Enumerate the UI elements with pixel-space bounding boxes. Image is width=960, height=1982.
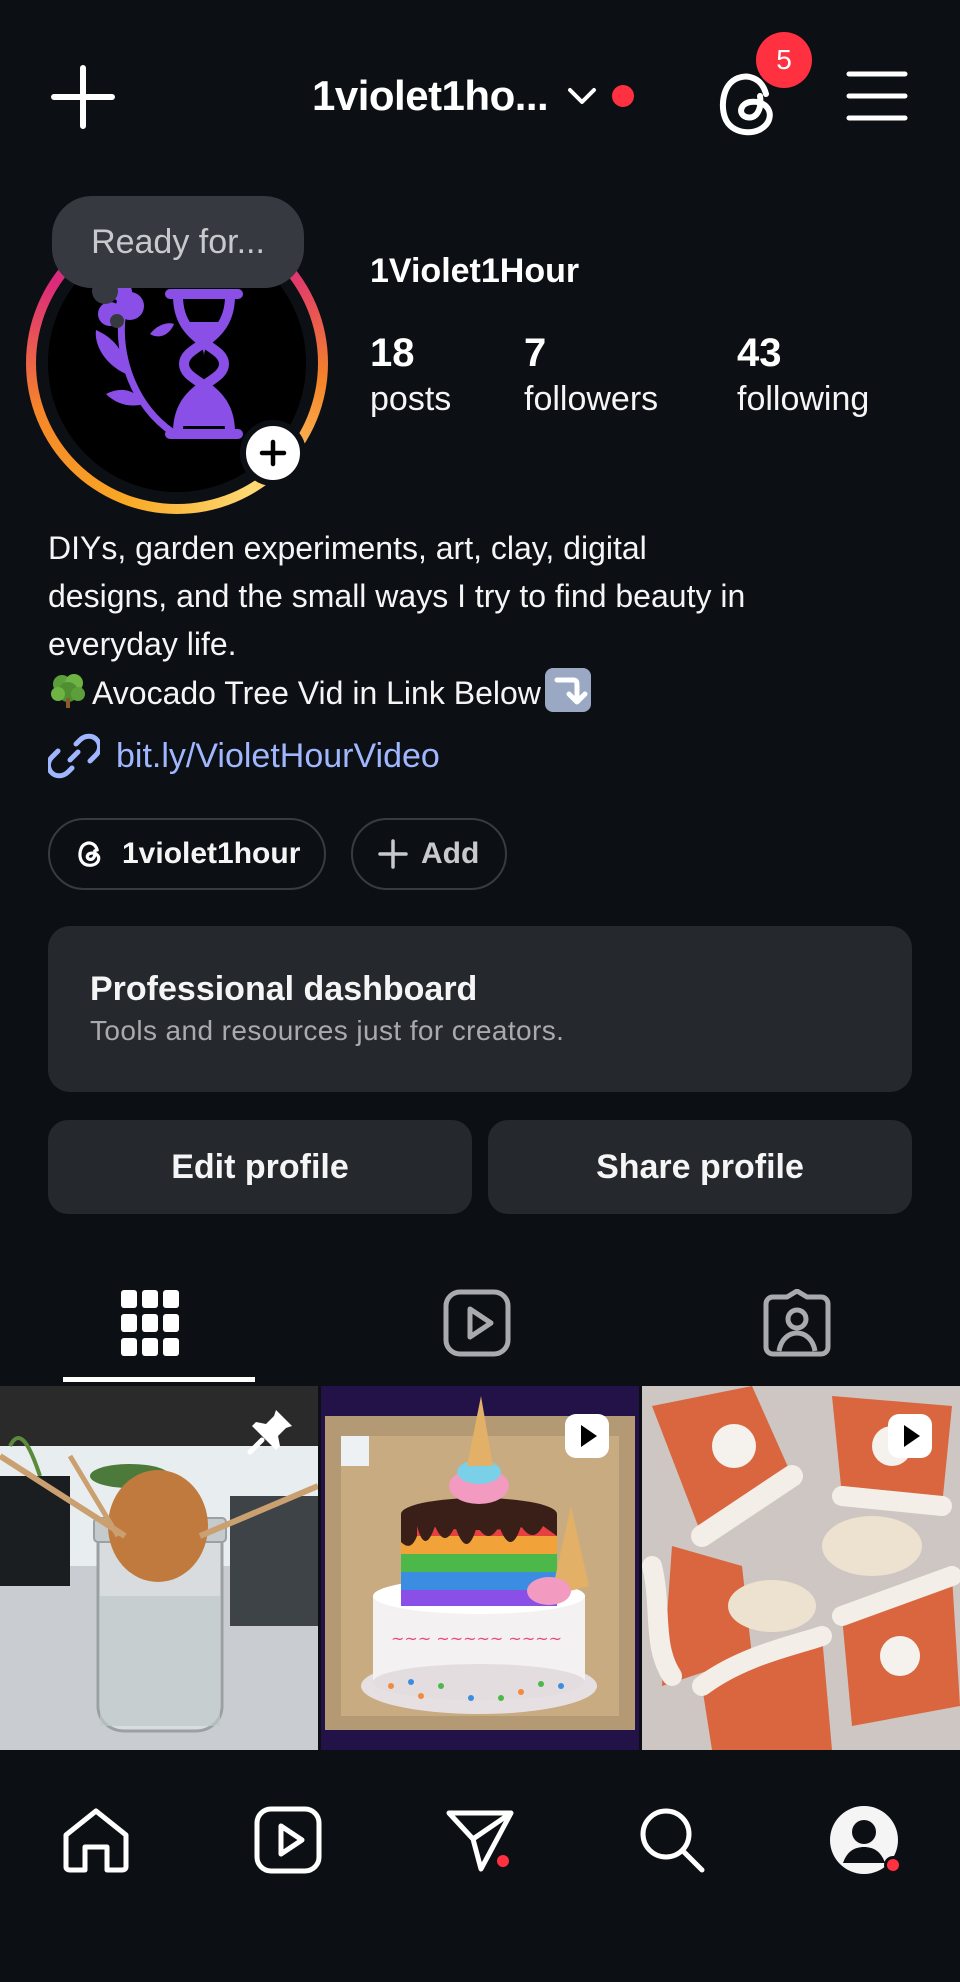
reel-badge-icon (888, 1414, 932, 1458)
bio-link[interactable]: bit.ly/VioletHourVideo (48, 728, 440, 784)
arrow-down-right-emoji-icon (544, 668, 591, 712)
grid-post[interactable]: ~~~ ~~~~~ ~~~~ (321, 1386, 639, 1750)
share-profile-button[interactable]: Share profile (488, 1120, 912, 1214)
plus-icon (378, 839, 408, 869)
dashboard-subtitle: Tools and resources just for creators. (90, 1015, 565, 1046)
stat-followers[interactable]: 7 followers (524, 330, 658, 422)
search-icon (640, 1808, 705, 1873)
account-switcher[interactable]: 1violet1ho... (312, 68, 635, 124)
grid-icon (121, 1290, 179, 1356)
notification-badge: 5 (756, 32, 812, 88)
top-bar: 1violet1ho... 5 (0, 32, 960, 150)
nav-direct-messages[interactable] (430, 1790, 530, 1890)
stat-value: 18 (370, 331, 415, 375)
threads-icon (78, 841, 101, 867)
note-bubble-tail-small (110, 314, 124, 328)
stat-label: following (737, 380, 870, 418)
stat-label: followers (524, 380, 659, 418)
tab-reels[interactable] (377, 1260, 577, 1386)
dashboard-title: Professional dashboard (90, 970, 478, 1008)
add-story-button[interactable] (240, 420, 306, 486)
add-label: Add (421, 837, 480, 870)
edit-profile-button[interactable]: Edit profile (48, 1120, 472, 1214)
grid-post[interactable] (0, 1386, 318, 1750)
display-name: 1Violet1Hour (370, 252, 580, 290)
reel-badge-icon (565, 1414, 609, 1458)
tree-emoji-icon (51, 674, 85, 708)
bio-line: DIYs, garden experiments, art, clay, dig… (48, 530, 647, 566)
profile-bio: DIYs, garden experiments, art, clay, dig… (48, 524, 918, 717)
add-link-pill[interactable]: Add (351, 818, 507, 890)
create-plus-icon[interactable] (50, 64, 116, 130)
bio-line: everyday life. (48, 626, 237, 662)
tagged-icon (763, 1289, 831, 1357)
menu-icon[interactable] (846, 68, 908, 124)
reels-icon (443, 1289, 511, 1357)
reels-icon (254, 1806, 322, 1874)
posts-grid: ~~~ ~~~~~ ~~~~ (0, 1386, 960, 1750)
unread-dot (612, 85, 635, 107)
note-bubble[interactable]: Ready for... (52, 196, 304, 288)
home-icon (63, 1808, 129, 1873)
bio-line: designs, and the small ways I try to fin… (48, 578, 746, 614)
pin-icon (247, 1410, 292, 1455)
bio-line-link-note: Avocado Tree Vid in Link Below (48, 668, 918, 717)
nav-search[interactable] (622, 1790, 722, 1890)
stat-value: 7 (524, 331, 547, 375)
bio-link-text: Avocado Tree Vid in Link Below (92, 675, 541, 711)
stat-value: 43 (737, 331, 782, 375)
nav-profile[interactable] (814, 1790, 914, 1890)
professional-dashboard[interactable]: Professional dashboard Tools and resourc… (48, 926, 912, 1092)
link-icon (48, 733, 100, 779)
stat-label: posts (370, 380, 452, 418)
chevron-down-icon (568, 88, 597, 104)
stat-posts[interactable]: 18 posts (370, 330, 451, 422)
tab-posts-grid[interactable] (50, 1260, 255, 1386)
bio-link-url: bit.ly/VioletHourVideo (116, 736, 440, 775)
stat-following[interactable]: 43 following (737, 330, 869, 422)
profile-unread-dot (884, 1856, 902, 1874)
header-username: 1violet1ho... (312, 72, 549, 119)
threads-profile-pill[interactable]: 1violet1hour (48, 818, 326, 890)
nav-home[interactable] (46, 1790, 146, 1890)
dm-unread-dot (494, 1852, 512, 1870)
svg-text:~~~ ~~~~~ ~~~~: ~~~ ~~~~~ ~~~~ (391, 1629, 562, 1648)
note-bubble-tail (92, 278, 118, 304)
bottom-navigation (0, 1750, 960, 1982)
profile-tabs (0, 1260, 960, 1386)
profile-stats: 18 posts 7 followers 43 following (370, 330, 930, 430)
tab-tagged[interactable] (697, 1260, 897, 1386)
threads-handle: 1violet1hour (122, 837, 301, 870)
grid-post[interactable] (642, 1386, 960, 1750)
plus-icon (259, 439, 287, 467)
nav-reels[interactable] (238, 1790, 338, 1890)
